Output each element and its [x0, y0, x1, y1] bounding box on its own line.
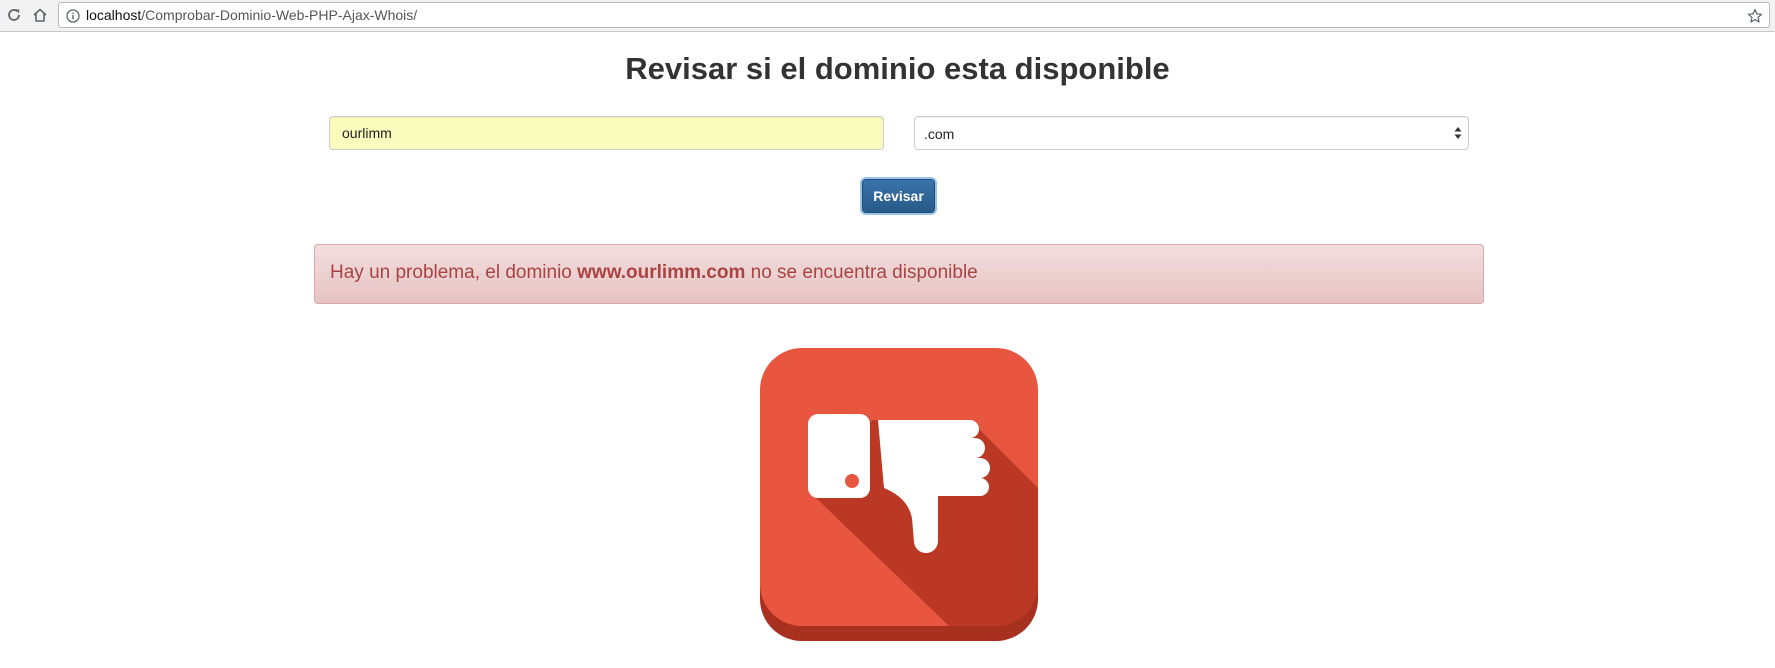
address-bar[interactable]: localhost/Comprobar-Dominio-Web-PHP-Ajax… [58, 2, 1770, 28]
domain-input[interactable] [329, 116, 884, 150]
alert-message: Hay un problema, el dominio www.ourlimm.… [330, 261, 978, 285]
thumb-cuff-dot [845, 474, 859, 488]
tld-selected-value: .com [924, 126, 955, 142]
info-icon[interactable] [65, 8, 80, 23]
tld-select[interactable]: .com [914, 116, 1469, 150]
alert-prefix: Hay un problema, el dominio [330, 262, 578, 283]
thumbs-down-icon [760, 348, 1038, 641]
url-path: /Comprobar-Dominio-Web-PHP-Ajax-Whois/ [141, 7, 418, 23]
alert-suffix: no se encuentra disponible [745, 262, 978, 283]
url-host: localhost [86, 7, 142, 23]
select-arrows-icon [1454, 127, 1462, 139]
home-icon[interactable] [30, 5, 50, 25]
reload-icon[interactable] [4, 5, 24, 25]
url-text: localhost/Comprobar-Dominio-Web-PHP-Ajax… [86, 7, 417, 24]
page-title: Revisar si el dominio esta disponible [625, 51, 1170, 86]
alert-domain: www.ourlimm.com [577, 262, 746, 283]
alert-danger: Hay un problema, el dominio www.ourlimm.… [314, 244, 1484, 304]
star-icon[interactable] [1746, 7, 1763, 24]
check-button[interactable]: Revisar [862, 179, 935, 213]
browser-toolbar: localhost/Comprobar-Dominio-Web-PHP-Ajax… [0, 0, 1775, 32]
